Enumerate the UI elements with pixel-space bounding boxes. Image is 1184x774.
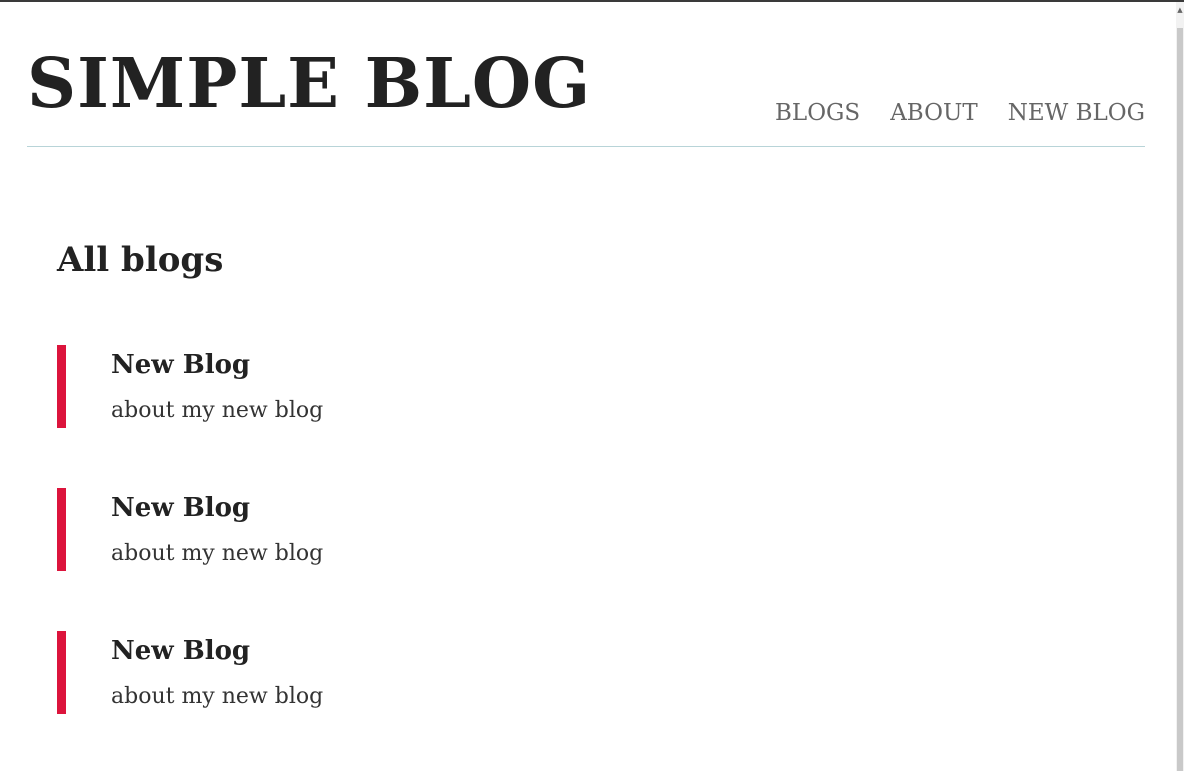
nav-link-blogs[interactable]: BLOGS: [775, 98, 860, 128]
blog-snippet: about my new blog: [111, 541, 324, 566]
main-content: All blogs New Blog about my new blog New…: [57, 230, 1137, 714]
blog-title[interactable]: New Blog: [111, 488, 250, 528]
scrollbar-thumb[interactable]: [1177, 28, 1183, 771]
blog-snippet: about my new blog: [111, 398, 324, 423]
blog-list-item[interactable]: New Blog about my new blog: [57, 488, 323, 571]
main-nav: BLOGS ABOUT NEW BLOG: [775, 98, 1145, 128]
site-header: SIMPLE BLOG BLOGS ABOUT NEW BLOG: [27, 40, 1145, 147]
site-title[interactable]: SIMPLE BLOG: [27, 44, 591, 124]
window-top-border: [0, 0, 1184, 2]
scroll-up-arrow-icon[interactable]: ▲: [1176, 5, 1184, 15]
blog-list-item[interactable]: New Blog about my new blog: [57, 345, 323, 428]
blog-list-item[interactable]: New Blog about my new blog: [57, 631, 323, 714]
vertical-scrollbar[interactable]: ▲: [1176, 2, 1184, 771]
nav-link-new-blog[interactable]: NEW BLOG: [1008, 98, 1145, 128]
blog-title[interactable]: New Blog: [111, 345, 250, 385]
blog-title[interactable]: New Blog: [111, 631, 250, 671]
blog-snippet: about my new blog: [111, 684, 324, 709]
nav-link-about[interactable]: ABOUT: [890, 98, 978, 128]
page-title: All blogs: [57, 240, 224, 280]
blog-list: New Blog about my new blog New Blog abou…: [57, 345, 323, 774]
